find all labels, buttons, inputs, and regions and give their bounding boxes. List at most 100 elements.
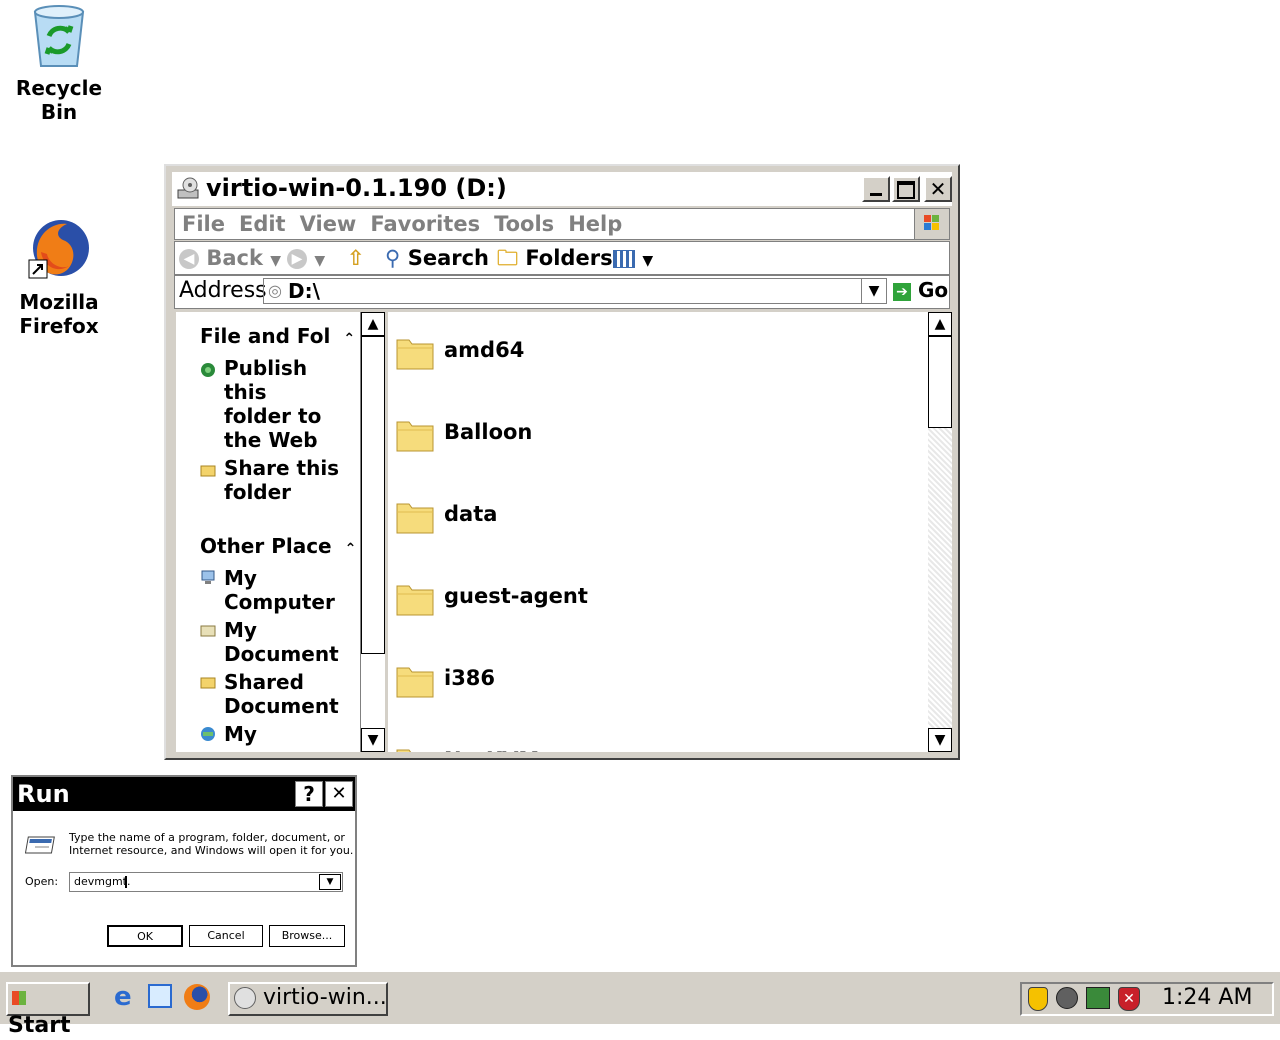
folder-name: i386 [444,666,496,690]
search-label: Search [407,246,489,270]
security-alert-icon[interactable]: ✕ [1118,987,1140,1011]
folder-icon [396,580,434,616]
task-pane-scrollbar[interactable]: ▲ ▼ [360,312,385,752]
quicklaunch-desktop-icon[interactable] [148,984,172,1008]
folders-button[interactable]: 🗀 Folders [497,244,613,272]
explorer-window: virtio-win-0.1.190 (D:) ✕ File Edit View Fa… [164,164,960,760]
security-shield-icon[interactable] [1028,987,1048,1011]
back-arrow-icon: ◀ [179,249,199,269]
help-button[interactable]: ? [295,781,323,807]
scroll-down-button[interactable]: ▼ [361,728,385,752]
publish-web-icon [200,362,216,378]
updates-icon[interactable] [1056,987,1078,1009]
standard-toolbar: ◀ Back ▼ ▶ ▼ ⇧ ⚲ Search 🗀 Folders ▼ [174,241,950,275]
up-folder-icon: ⇧ [347,246,365,270]
go-button[interactable]: ➔ Go [893,278,948,302]
open-input[interactable]: devmgmt. [74,875,130,888]
clock[interactable]: 1:24 AM [1162,985,1252,1010]
back-button[interactable]: ◀ Back ▼ [179,244,281,275]
quicklaunch-ie-icon[interactable]: e [114,984,140,1010]
up-folder-button[interactable]: ⇧ [347,244,365,272]
menu-file[interactable]: File [175,209,232,239]
folder-name: amd64 [444,338,525,362]
taskbar: Start e virtio-win... ✕ 1:24 AM [0,972,1280,1038]
run-program-icon [24,833,59,863]
start-button[interactable]: Start [6,982,90,1038]
back-label: Back [206,246,263,270]
scroll-thumb[interactable] [928,336,952,428]
firefox-label-1: Mozilla [19,290,99,314]
go-label: Go [917,278,949,302]
menu-tools[interactable]: Tools [487,209,561,239]
folder-name: NetKVM [444,748,539,752]
my-network-icon [200,726,216,742]
collapse-chevron-icon: ⌃ [344,541,357,557]
open-dropdown-button[interactable]: ▼ [319,874,341,890]
other-places-heading[interactable]: Other Place ⌃ [200,534,356,558]
explorer-titlebar[interactable]: virtio-win-0.1.190 (D:) ✕ [172,172,952,206]
search-button[interactable]: ⚲ Search [385,244,489,272]
views-grid-icon [613,250,635,268]
views-dropdown-icon: ▼ [642,253,654,269]
taskbar-explorer-button[interactable]: virtio-win... [228,982,388,1016]
address-label: Address [179,278,267,303]
folders-icon: 🗀 [497,246,518,270]
network-icon[interactable] [1086,987,1110,1009]
my-computer-link[interactable]: My Computer [224,566,344,614]
system-tray: ✕ 1:24 AM [1020,982,1274,1016]
shared-documents-link[interactable]: Shared Document [224,670,344,718]
publish-folder-link[interactable]: Publish this folder to the Web [224,356,344,452]
file-folder-tasks-heading[interactable]: File and Fol ⌃ [200,324,355,348]
folder-icon [396,334,434,370]
forward-button[interactable]: ▶ ▼ [287,244,325,275]
drive-cd-icon [176,176,202,206]
address-value: D:\ [288,279,320,303]
desktop-icon-recycle-bin[interactable]: Recycle Bin [4,2,114,124]
maximize-icon [897,181,915,199]
forward-arrow-icon: ▶ [287,249,307,269]
close-button[interactable]: ✕ [924,176,952,202]
run-title: Run [17,780,70,808]
menu-view[interactable]: View [293,209,364,239]
address-dropdown-button[interactable]: ▼ [861,279,886,303]
share-folder-icon [200,462,216,478]
minimize-button[interactable] [862,176,890,202]
menu-help[interactable]: Help [561,209,629,239]
quicklaunch-firefox-icon[interactable] [184,984,210,1010]
run-description: Type the name of a program, folder, docu… [69,831,354,857]
views-button[interactable]: ▼ [613,244,653,275]
run-dialog: Run ? ✕ Type the name of a program, fold… [11,775,357,967]
file-list-scrollbar[interactable]: ▲ ▼ [928,312,952,752]
file-list: amd64 Balloon data guest-agent i386 NetKVM [388,312,952,752]
folder-icon [396,498,434,534]
share-folder-link[interactable]: Share this folder [224,456,344,504]
my-network-link[interactable]: My [224,722,344,746]
cancel-button[interactable]: Cancel [189,925,263,947]
run-titlebar[interactable]: Run ? ✕ [13,777,355,811]
address-bar: Address ◎ D:\ ▼ ➔ Go [174,275,950,309]
task-pane: File and Fol ⌃ Publish this folder to th… [176,312,382,752]
go-arrow-icon: ➔ [893,282,911,301]
window-title: virtio-win-0.1.190 (D:) [206,174,507,202]
browse-button[interactable]: Browse... [269,925,345,947]
scroll-down-button[interactable]: ▼ [928,728,952,752]
menu-edit[interactable]: Edit [232,209,293,239]
back-dropdown-icon: ▼ [270,253,281,269]
menu-bar: File Edit View Favorites Tools Help [174,208,950,240]
windows-logo-icon [914,209,949,239]
forward-dropdown-icon: ▼ [314,253,326,269]
maximize-button[interactable] [892,176,920,202]
my-computer-icon [200,570,216,586]
desktop-icon-firefox[interactable]: Mozilla Firefox [4,216,114,338]
address-input[interactable]: ◎ D:\ ▼ [263,278,887,304]
run-close-button[interactable]: ✕ [325,781,353,807]
ok-button[interactable]: OK [107,925,183,947]
scroll-up-button[interactable]: ▲ [361,312,385,336]
my-documents-link[interactable]: My Document [224,618,344,666]
scroll-up-button[interactable]: ▲ [928,312,952,336]
folder-icon [396,744,434,752]
open-combobox[interactable]: devmgmt. ▼ [69,872,343,892]
scroll-thumb[interactable] [361,336,385,654]
menu-favorites[interactable]: Favorites [363,209,487,239]
address-drive-icon: ◎ [268,281,282,300]
